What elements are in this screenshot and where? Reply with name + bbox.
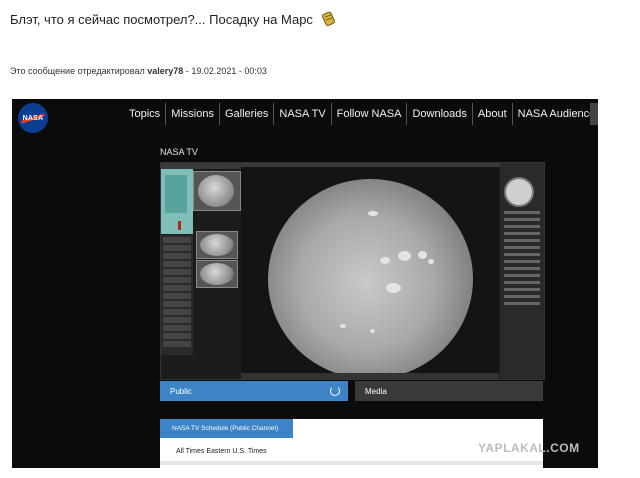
post-title: Блэт, что я сейчас посмотрел?... Посадку… — [10, 6, 630, 32]
info-logo-icon — [504, 177, 534, 207]
info-panel — [500, 163, 544, 379]
schedule-bar — [160, 461, 543, 465]
nasa-logo-icon[interactable]: NASA — [18, 103, 48, 133]
edit-note-date: 19.02.2021 - 00:03 — [191, 66, 267, 76]
nav-item-galleries[interactable]: Galleries — [218, 103, 273, 125]
thumbnail-1[interactable] — [193, 171, 241, 211]
nav-item-downloads[interactable]: Downloads — [406, 103, 471, 125]
player-controls[interactable] — [241, 373, 499, 379]
nasa-logo-text: NASA — [22, 114, 44, 122]
tab-public[interactable]: Public — [160, 381, 348, 401]
thumbnail-3[interactable] — [196, 260, 238, 288]
video-player[interactable] — [160, 162, 545, 380]
edit-note-sep: - — [185, 66, 189, 76]
section-title: NASA TV — [160, 147, 198, 157]
nav-item-missions[interactable]: Missions — [165, 103, 219, 125]
nasa-nav: Topics Missions Galleries NASA TV Follow… — [124, 103, 598, 125]
nav-item-follow-nasa[interactable]: Follow NASA — [330, 103, 407, 125]
nav-item-nasa-audiences[interactable]: NASA Audiences — [511, 103, 598, 125]
schedule-times-label: All Times Eastern U.S. Times — [176, 448, 267, 455]
watermark: YAPLAKAL.COM — [478, 441, 580, 455]
nav-item-about[interactable]: About — [471, 103, 512, 125]
camera-view — [241, 167, 499, 379]
thumbs-up-emoji-icon — [319, 10, 337, 28]
tab-public-label: Public — [170, 386, 192, 396]
edit-note-prefix: Это сообщение отредактировал — [10, 66, 145, 76]
thumbnail-2[interactable] — [196, 231, 238, 259]
schedule-tab[interactable]: NASA TV Schedule (Public Channel) — [160, 419, 293, 438]
mars-surface-image — [268, 179, 473, 379]
red-marker — [178, 221, 181, 230]
edit-note-user[interactable]: valery78 — [147, 66, 183, 76]
nasa-screenshot: NASA Topics Missions Galleries NASA TV F… — [12, 99, 598, 468]
player-teal-panel — [161, 169, 193, 234]
nav-item-topics[interactable]: Topics — [124, 103, 165, 125]
tab-media-label: Media — [365, 386, 387, 396]
post-title-text: Блэт, что я сейчас посмотрел?... Посадку… — [10, 11, 313, 27]
file-list — [161, 235, 193, 355]
refresh-icon[interactable] — [330, 386, 340, 396]
edit-note: Это сообщение отредактировал valery78 - … — [10, 66, 267, 76]
nav-item-nasa-tv[interactable]: NASA TV — [273, 103, 330, 125]
nav-menu-button[interactable] — [590, 103, 598, 125]
tab-media[interactable]: Media — [355, 381, 543, 401]
